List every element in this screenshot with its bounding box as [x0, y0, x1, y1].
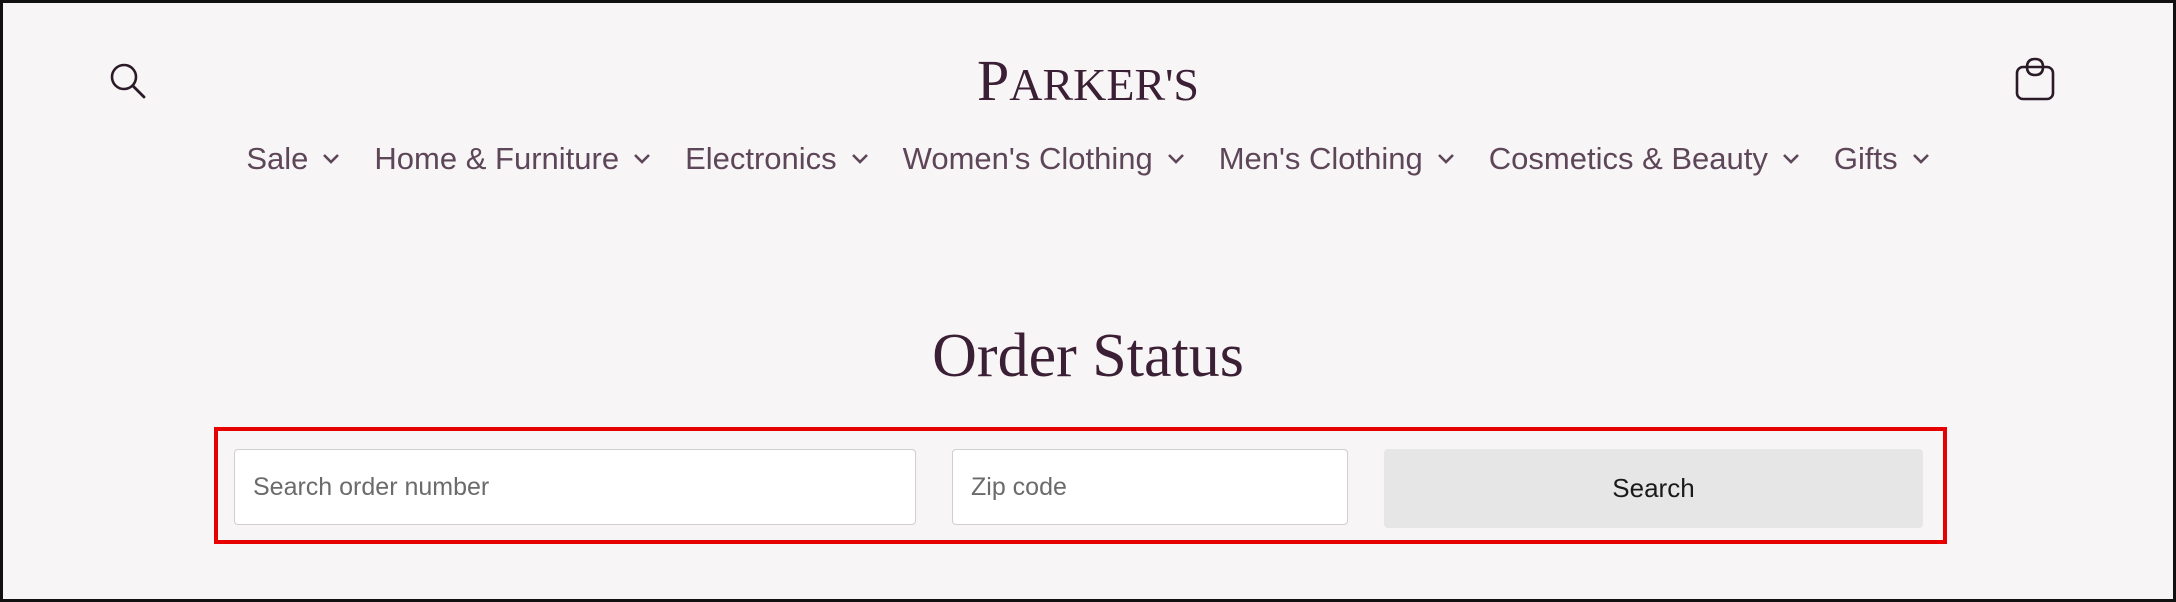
chevron-down-icon — [1782, 154, 1799, 164]
logo-first-letter: P — [976, 48, 1010, 113]
nav-item-gifts[interactable]: Gifts — [1834, 141, 1930, 177]
nav-item-label: Sale — [246, 141, 309, 176]
order-number-input[interactable] — [234, 449, 916, 525]
logo-rest: ARKER'S — [1009, 59, 1200, 110]
nav-item-label: Cosmetics & Beauty — [1488, 141, 1768, 176]
nav-item-cosmetics-beauty[interactable]: Cosmetics & Beauty — [1489, 141, 1800, 177]
nav-item-label: Men's Clothing — [1218, 141, 1423, 176]
chevron-down-icon — [323, 154, 340, 164]
chevron-down-icon — [1167, 154, 1184, 164]
search-button[interactable]: Search — [1384, 449, 1923, 528]
nav-item-home-furniture[interactable]: Home & Furniture — [374, 141, 651, 177]
nav-item-sale[interactable]: Sale — [246, 141, 340, 177]
chevron-down-icon — [1437, 154, 1454, 164]
page-frame: PARKER'S Sale Home & Furniture Electroni… — [0, 0, 2176, 602]
chevron-down-icon — [851, 154, 868, 164]
nav-item-label: Women's Clothing — [902, 141, 1153, 176]
zip-code-input[interactable] — [952, 449, 1348, 525]
nav-item-mens-clothing[interactable]: Men's Clothing — [1219, 141, 1455, 177]
page-title: Order Status — [932, 322, 1244, 390]
nav-item-label: Home & Furniture — [374, 141, 620, 176]
chevron-down-icon — [1912, 154, 1929, 164]
nav-item-electronics[interactable]: Electronics — [685, 141, 869, 177]
nav-item-label: Electronics — [685, 141, 837, 176]
store-logo[interactable]: PARKER'S — [3, 47, 2173, 114]
main-navigation: Sale Home & Furniture Electronics Women'… — [3, 141, 2173, 177]
shopping-bag-icon[interactable] — [2014, 57, 2056, 101]
nav-item-label: Gifts — [1833, 141, 1898, 176]
nav-item-womens-clothing[interactable]: Women's Clothing — [903, 141, 1185, 177]
chevron-down-icon — [634, 154, 650, 164]
